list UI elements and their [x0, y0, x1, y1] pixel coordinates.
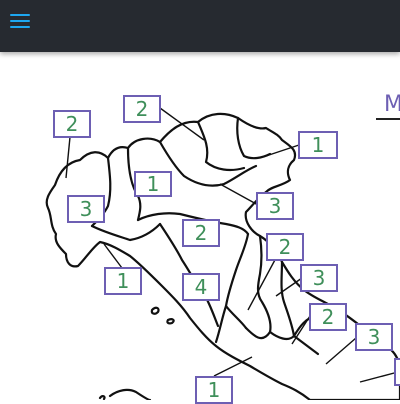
leader-line	[325, 337, 357, 365]
italy-outline	[45, 112, 400, 400]
region-label-friuli[interactable]: 1	[298, 131, 338, 159]
region-label-veneto[interactable]: 3	[256, 192, 294, 220]
italy-region-map: 2 2 1 1 3 3 2 1 2 3 4 2 3 1 M	[0, 52, 400, 404]
top-app-bar	[0, 0, 400, 52]
menu-line	[10, 20, 30, 22]
leader-line	[275, 277, 303, 297]
region-label-toscana[interactable]: 4	[182, 273, 220, 301]
leader-line	[213, 356, 253, 377]
islet	[166, 318, 175, 325]
menu-line	[10, 14, 30, 16]
leader-line	[219, 183, 259, 206]
menu-line	[10, 26, 30, 28]
leader-line	[291, 315, 311, 345]
region-border	[90, 222, 162, 242]
region-label-emilia[interactable]: 2	[182, 219, 220, 247]
region-label-umbria[interactable]: 3	[300, 264, 338, 292]
region-border	[236, 116, 272, 160]
sardinia-north	[108, 388, 152, 400]
elba-island	[150, 306, 160, 315]
region-label-valle-aosta[interactable]: 2	[53, 110, 91, 138]
legend-title: M	[384, 92, 400, 117]
region-label-lombardia[interactable]: 1	[134, 171, 172, 197]
region-border	[224, 232, 250, 330]
islet	[98, 395, 106, 400]
hamburger-menu-icon[interactable]	[6, 8, 36, 36]
region-label-abruzzo[interactable]: 2	[309, 303, 347, 331]
leader-line	[65, 136, 71, 179]
leader-line	[359, 371, 399, 383]
region-label-trentino[interactable]: 2	[123, 95, 161, 123]
legend-underline	[376, 118, 400, 120]
region-label-clipped[interactable]	[394, 358, 400, 386]
region-label-marche[interactable]: 2	[266, 233, 304, 261]
region-border	[244, 326, 272, 340]
region-label-piemonte[interactable]: 3	[67, 195, 105, 223]
region-label-molise[interactable]: 3	[355, 323, 393, 351]
region-label-liguria[interactable]: 1	[104, 267, 142, 295]
